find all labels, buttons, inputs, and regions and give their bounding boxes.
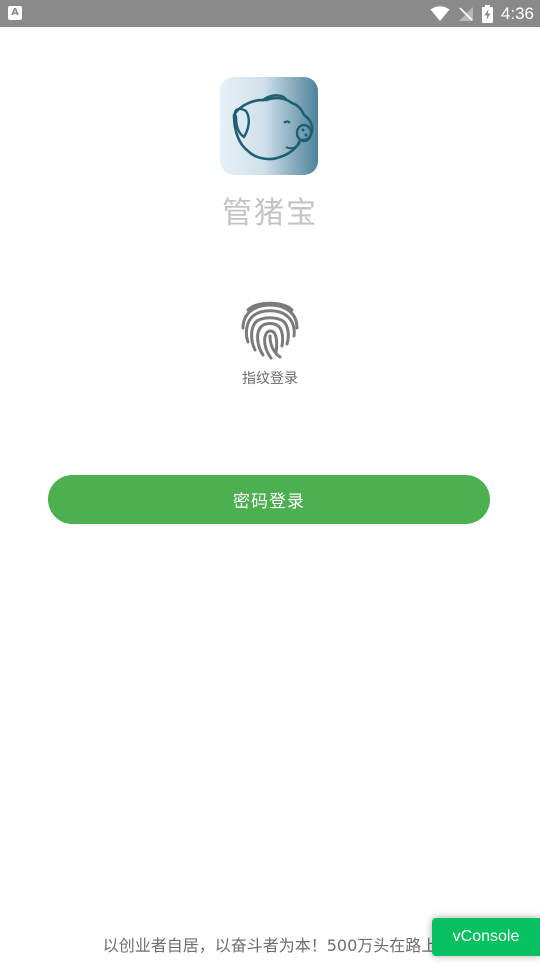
- signal-off-icon: [458, 6, 473, 21]
- login-screen: A 4:36 管猪宝 指纹登录 密码登录 以创业者自居，以奋斗者为本！500万头…: [0, 0, 540, 973]
- status-bar: A 4:36: [0, 0, 540, 27]
- wifi-icon: [430, 5, 450, 21]
- battery-charging-icon: [481, 4, 493, 23]
- status-right-group: 4:36: [430, 0, 534, 27]
- app-name: 管猪宝: [222, 196, 318, 231]
- fingerprint-login-label[interactable]: 指纹登录: [0, 368, 540, 388]
- pig-logo-icon: [220, 77, 318, 175]
- notification-icon: A: [8, 6, 22, 20]
- vconsole-button[interactable]: vConsole: [432, 918, 540, 956]
- fingerprint-icon: [241, 301, 299, 360]
- status-time: 4:36: [500, 3, 534, 23]
- password-login-button[interactable]: 密码登录: [48, 475, 490, 524]
- fingerprint-login-button[interactable]: [238, 296, 302, 362]
